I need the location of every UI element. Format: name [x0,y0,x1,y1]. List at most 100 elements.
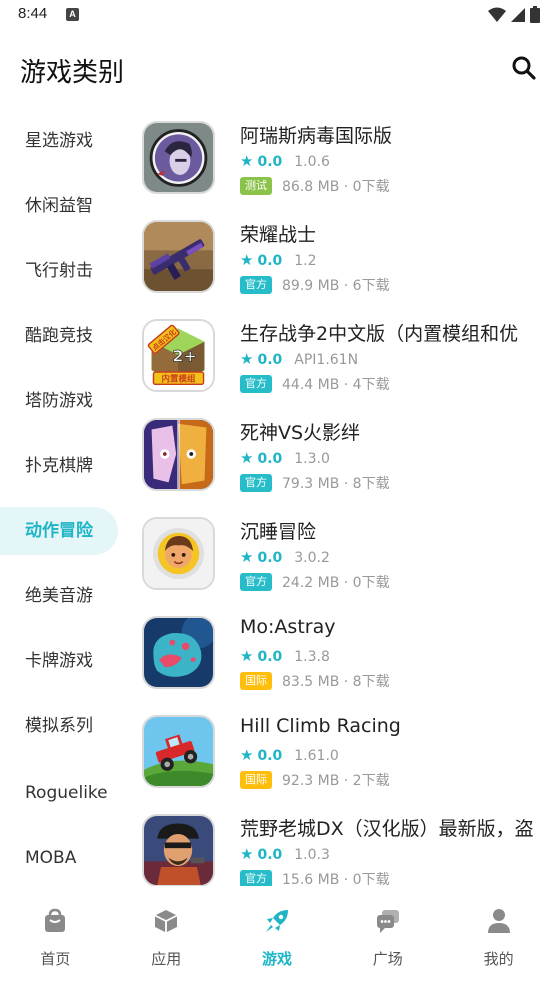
status-badge: 测试 [240,177,272,195]
game-meta: ★ 0.0 1.61.0 [240,746,339,764]
tab-games[interactable]: 游戏 [222,890,333,984]
game-version: 1.3.8 [294,649,330,665]
game-meta: ★ 0.0 1.3.8 [240,647,330,665]
game-name: Hill Climb Racing [240,715,401,737]
sidebar-item-simulation[interactable]: 模拟系列 [0,702,118,750]
sidebar-item-tower-defense[interactable]: 塔防游戏 [0,377,118,425]
status-time: 8:44 [18,5,48,22]
mo-astray-icon [142,616,215,689]
star-icon: ★ [240,647,254,665]
sidebar-item-moba[interactable]: MOBA [0,834,118,882]
game-rating: 0.0 [257,451,283,467]
wild-town-icon [142,814,215,886]
survivalcraft-icon: 点击汉化 2+ 内置模组 [142,319,215,392]
star-icon: ★ [240,845,254,863]
game-rating: 0.0 [257,550,283,566]
rocket-icon [265,910,288,932]
hill-climb-icon [142,715,215,788]
status-badge: 官方 [240,870,272,886]
game-rating: 0.0 [257,847,283,863]
game-list-item[interactable]: Hill Climb Racing ★ 0.0 1.61.0 国际 92.3 MB ·… [130,702,554,801]
tab-mine-label: 我的 [483,950,514,968]
game-info: 测试 86.8 MB · 0下载 [240,176,390,196]
page-title: 游戏类别 [20,58,125,88]
wifi-icon [488,7,506,22]
game-info: 官方 24.2 MB · 0下载 [240,572,390,592]
game-name: 沉睡冒险 [240,521,317,543]
game-rating: 0.0 [257,748,283,764]
star-icon: ★ [240,251,254,269]
game-list-item[interactable]: 荣耀战士 ★ 0.0 1.2 官方 89.9 MB · 6下载 [130,207,554,306]
game-info: 国际 83.5 MB · 8下载 [240,671,390,691]
tab-mine[interactable]: 我的 [443,890,554,984]
app-cube-icon [154,910,178,933]
game-size-downloads: 92.3 MB · 2下载 [282,773,390,789]
icon-text-mid: 2+ [172,347,197,366]
game-list: 阿瑞斯病毒国际版 ★ 0.0 1.0.6 测试 86.8 MB · 0下载 荣耀… [130,108,554,886]
sidebar-item-casual-puzzle[interactable]: 休闲益智 [0,182,118,230]
game-size-downloads: 24.2 MB · 0下载 [282,575,390,591]
search-icon [512,56,536,80]
game-rating: 0.0 [257,154,283,170]
sidebar-item-music[interactable]: 绝美音游 [0,572,118,620]
bleach-naruto-icon [142,418,215,491]
bottom-nav: 首页 应用 游戏 广场 我的 [0,890,554,984]
game-info: 国际 92.3 MB · 2下载 [240,770,390,790]
tab-apps-label: 应用 [151,950,182,968]
sidebar-item-card[interactable]: 卡牌游戏 [0,637,118,685]
sleep-adventure-icon [142,517,215,590]
status-badge: 官方 [240,573,272,591]
tab-square[interactable]: 广场 [332,890,443,984]
sidebar-item-featured[interactable]: 星选游戏 [0,117,118,165]
game-list-item[interactable]: 点击汉化 2+ 内置模组 生存战争2中文版（内置模组和优 ★ 0.0 API1.61… [130,306,554,405]
game-list-item[interactable]: 阿瑞斯病毒国际版 ★ 0.0 1.0.6 测试 86.8 MB · 0下载 [130,108,554,207]
game-meta: ★ 0.0 1.0.6 [240,152,330,170]
star-icon: ★ [240,449,254,467]
game-name: 荣耀战士 [240,224,317,246]
sidebar-item-parkour-racing[interactable]: 酷跑竞技 [0,312,118,360]
game-size-downloads: 79.3 MB · 8下载 [282,476,390,492]
sidebar-item-poker-board[interactable]: 扑克棋牌 [0,442,118,490]
game-meta: ★ 0.0 API1.61N [240,350,358,368]
cell-signal-icon [511,7,525,22]
game-name: 荒野老城DX（汉化版）最新版，盗 [240,818,534,840]
game-rating: 0.0 [257,352,283,368]
tab-games-label: 游戏 [261,950,292,968]
status-badge: 官方 [240,375,272,393]
status-badge: 国际 [240,771,272,789]
home-bag-icon [45,908,66,932]
sidebar-item-roguelike[interactable]: Roguelike [0,769,118,817]
battery-icon [530,6,540,23]
search-button[interactable] [510,54,538,82]
star-icon: ★ [240,548,254,566]
game-list-item[interactable]: Mo:Astray ★ 0.0 1.3.8 国际 83.5 MB · 8下载 [130,603,554,702]
tab-home-label: 首页 [40,950,71,968]
sidebar-item-action-adventure[interactable]: 动作冒险 [0,507,118,555]
game-name: Mo:Astray [240,616,336,638]
category-sidebar: 星选游戏 休闲益智 飞行射击 酷跑竞技 塔防游戏 扑克棋牌 动作冒险 绝美音游 … [0,108,130,888]
sidebar-item-flight-shooting[interactable]: 飞行射击 [0,247,118,295]
game-meta: ★ 0.0 1.0.3 [240,845,330,863]
game-version: 1.0.3 [294,847,330,863]
game-info: 官方 89.9 MB · 6下载 [240,275,390,295]
tab-home[interactable]: 首页 [0,890,111,984]
game-info: 官方 79.3 MB · 8下载 [240,473,390,493]
status-badge: 官方 [240,276,272,294]
ares-virus-icon [142,121,215,194]
game-meta: ★ 0.0 1.3.0 [240,449,330,467]
game-size-downloads: 86.8 MB · 0下载 [282,179,390,195]
tab-apps[interactable]: 应用 [111,890,222,984]
star-icon: ★ [240,350,254,368]
game-name: 阿瑞斯病毒国际版 [240,125,393,147]
icon-text-bottom: 内置模组 [161,373,196,384]
glory-warrior-icon [142,220,215,293]
game-name: 生存战争2中文版（内置模组和优 [240,323,519,345]
game-list-item[interactable]: 荒野老城DX（汉化版）最新版，盗 ★ 0.0 1.0.3 官方 15.6 MB · 0… [130,801,554,886]
game-rating: 0.0 [257,253,283,269]
game-version: 1.3.0 [294,451,330,467]
game-list-item[interactable]: 死神VS火影绊 ★ 0.0 1.3.0 官方 79.3 MB · 8下载 [130,405,554,504]
game-version: 1.2 [294,253,317,269]
game-size-downloads: 15.6 MB · 0下载 [282,872,390,886]
game-version: 3.0.2 [294,550,330,566]
game-list-item[interactable]: 沉睡冒险 ★ 0.0 3.0.2 官方 24.2 MB · 0下载 [130,504,554,603]
